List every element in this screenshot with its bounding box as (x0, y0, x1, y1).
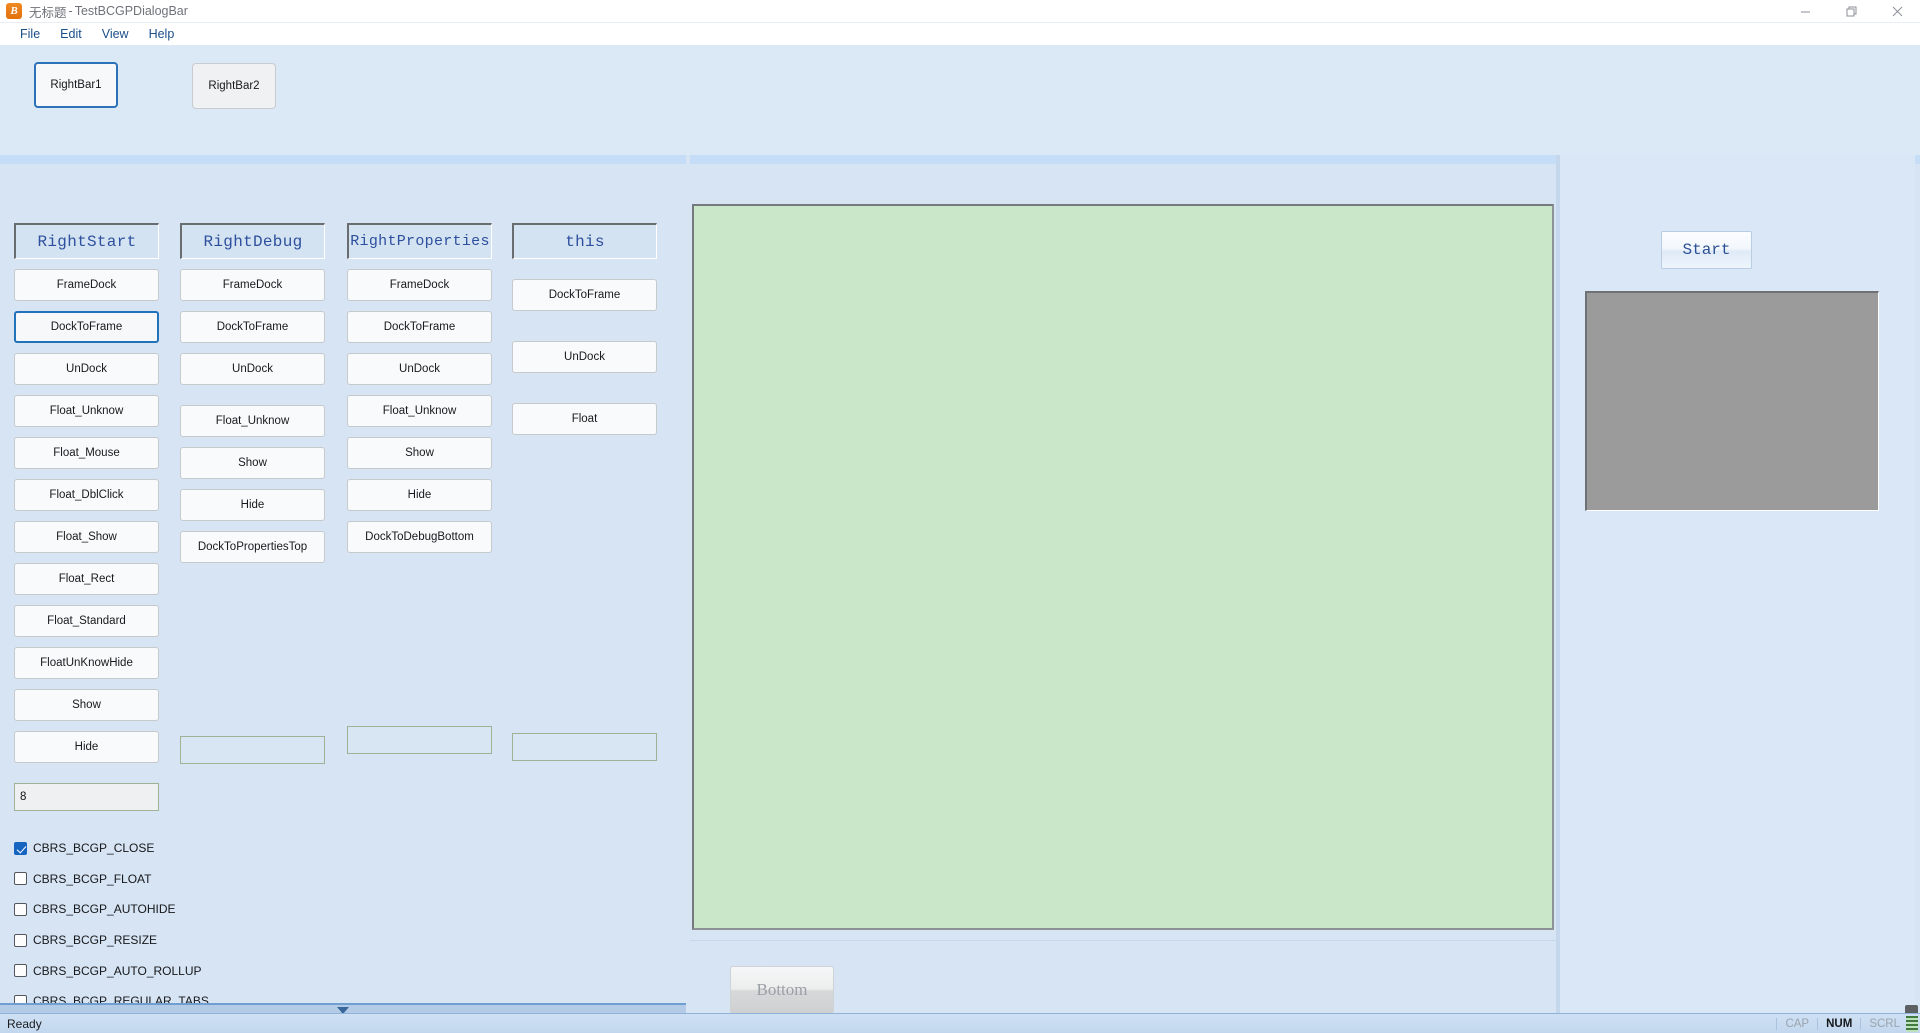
checkbox-label-resize: CBRS_BCGP_RESIZE (33, 933, 158, 948)
start-button[interactable]: Start (1661, 231, 1752, 269)
checkbox-label-close: CBRS_BCGP_CLOSE (33, 841, 155, 856)
col2-edit-field[interactable] (180, 736, 325, 764)
col3-button-framedock[interactable]: FrameDock (347, 269, 492, 301)
client-area: RightBar1 RightBar2 RightStart FrameDock… (0, 45, 1920, 1033)
checkbox-cbrs-bcgp-resize[interactable] (14, 933, 27, 947)
rightbar2-button[interactable]: RightBar2 (192, 63, 276, 109)
resize-grip-icon[interactable] (1906, 1016, 1918, 1032)
checkbox-label-float: CBRS_BCGP_FLOAT (33, 871, 152, 886)
left-panel-separator (686, 155, 690, 1033)
minimize-icon[interactable] (1782, 0, 1828, 23)
col3-edit-field[interactable] (347, 726, 492, 754)
close-icon[interactable] (1874, 0, 1920, 23)
col2-button-docktoframe[interactable]: DockToFrame (180, 311, 325, 343)
col1-button-undock[interactable]: UnDock (14, 353, 159, 385)
checkbox-cbrs-bcgp-auto-rollup[interactable] (14, 964, 27, 978)
column-header-this: this (512, 223, 657, 259)
col2-button-undock[interactable]: UnDock (180, 353, 325, 385)
status-indicator-cap: CAP (1776, 1017, 1817, 1030)
col1-edit-field[interactable]: 8 (14, 783, 159, 811)
window-title-document: 无标题 (29, 5, 67, 20)
checkbox-cbrs-bcgp-autohide[interactable] (14, 902, 27, 916)
column-header-rightdebug: RightDebug (180, 223, 325, 259)
checkbox-row-close[interactable]: CBRS_BCGP_CLOSE (14, 833, 414, 864)
col1-button-float-dblclick[interactable]: Float_DblClick (14, 479, 159, 511)
col4-button-undock[interactable]: UnDock (512, 341, 657, 373)
col1-button-floatunknowhide[interactable]: FloatUnKnowHide (14, 647, 159, 679)
col1-button-float-unknow[interactable]: Float_Unknow (14, 395, 159, 427)
checkbox-row-float[interactable]: CBRS_BCGP_FLOAT (14, 864, 414, 895)
col4-button-docktoframe[interactable]: DockToFrame (512, 279, 657, 311)
application-window: B 无标题 - TestBCGPDialogBar File Edit View… (0, 0, 1920, 1033)
column-header-rightproperties: RightProperties (347, 223, 492, 259)
bottom-button[interactable]: Bottom (730, 966, 834, 1014)
col1-button-framedock[interactable]: FrameDock (14, 269, 159, 301)
right-panel (1560, 155, 1915, 1033)
col1-button-float-standard[interactable]: Float_Standard (14, 605, 159, 637)
status-indicators: CAP NUM SCRL (1776, 1017, 1908, 1030)
center-pane-separator (692, 930, 1554, 940)
col1-button-show[interactable]: Show (14, 689, 159, 721)
column-rightstart: RightStart FrameDock DockToFrame UnDock … (14, 223, 159, 811)
checkbox-row-autohide[interactable]: CBRS_BCGP_AUTOHIDE (14, 894, 414, 925)
window-title-separator: - (68, 4, 73, 18)
checkbox-label-autohide: CBRS_BCGP_AUTOHIDE (33, 902, 176, 917)
menu-item-help[interactable]: Help (139, 25, 185, 43)
col1-button-float-rect[interactable]: Float_Rect (14, 563, 159, 595)
col2-button-framedock[interactable]: FrameDock (180, 269, 325, 301)
col1-button-hide[interactable]: Hide (14, 731, 159, 763)
status-indicator-scrl: SCRL (1860, 1017, 1908, 1030)
restore-icon[interactable] (1828, 0, 1874, 23)
column-rightdebug: RightDebug FrameDock DockToFrame UnDock … (180, 223, 325, 764)
menu-item-edit[interactable]: Edit (50, 25, 92, 43)
col2-button-show[interactable]: Show (180, 447, 325, 479)
checkbox-label-auto-rollup: CBRS_BCGP_AUTO_ROLLUP (33, 963, 202, 978)
rightbar1-button[interactable]: RightBar1 (34, 62, 118, 108)
checkbox-cbrs-bcgp-float[interactable] (14, 872, 27, 886)
status-indicator-num: NUM (1817, 1017, 1860, 1030)
toolbar-strip (0, 45, 1920, 155)
col4-edit-field[interactable] (512, 733, 657, 761)
col2-button-float-unknow[interactable]: Float_Unknow (180, 405, 325, 437)
column-header-rightstart: RightStart (14, 223, 159, 259)
column-this: this DockToFrame UnDock Float (512, 223, 657, 761)
menu-bar: File Edit View Help (0, 23, 1920, 45)
preview-gray-box (1585, 291, 1879, 511)
checkbox-cbrs-bcgp-close[interactable] (14, 841, 27, 855)
col2-button-hide[interactable]: Hide (180, 489, 325, 521)
column-rightproperties: RightProperties FrameDock DockToFrame Un… (347, 223, 492, 754)
status-message: Ready (7, 1016, 42, 1031)
col3-button-show[interactable]: Show (347, 437, 492, 469)
app-icon: B (6, 3, 22, 19)
menu-item-view[interactable]: View (92, 25, 139, 43)
col1-button-docktoframe[interactable]: DockToFrame (14, 311, 159, 343)
checkbox-row-resize[interactable]: CBRS_BCGP_RESIZE (14, 925, 414, 956)
col3-button-undock[interactable]: UnDock (347, 353, 492, 385)
center-green-pane (692, 204, 1554, 930)
col3-button-float-unknow[interactable]: Float_Unknow (347, 395, 492, 427)
col3-button-hide[interactable]: Hide (347, 479, 492, 511)
col1-button-float-mouse[interactable]: Float_Mouse (14, 437, 159, 469)
col3-button-docktodebugbottom[interactable]: DockToDebugBottom (347, 521, 492, 553)
window-title-app: TestBCGPDialogBar (74, 4, 188, 18)
title-bar: B 无标题 - TestBCGPDialogBar (0, 0, 1920, 23)
col4-button-float[interactable]: Float (512, 403, 657, 435)
checkbox-row-auto-rollup[interactable]: CBRS_BCGP_AUTO_ROLLUP (14, 955, 414, 986)
col3-button-docktoframe[interactable]: DockToFrame (347, 311, 492, 343)
menu-item-file[interactable]: File (10, 25, 50, 43)
window-controls (1782, 0, 1920, 23)
col2-button-docktopropertiestop[interactable]: DockToPropertiesTop (180, 531, 325, 563)
status-bar: Ready CAP NUM SCRL (0, 1013, 1920, 1033)
col1-button-float-show[interactable]: Float_Show (14, 521, 159, 553)
